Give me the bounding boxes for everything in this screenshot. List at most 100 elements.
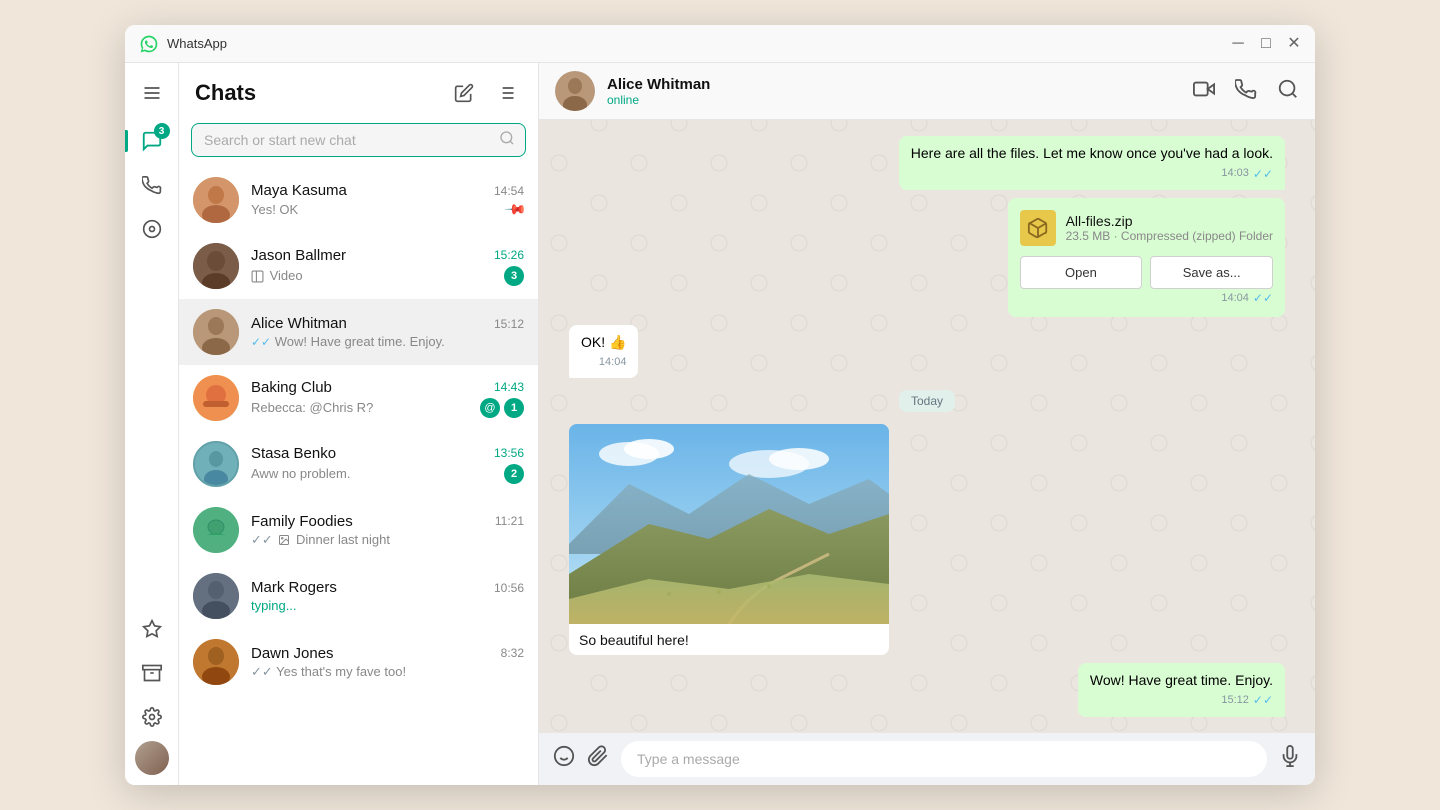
chat-name-row-stasa: Stasa Benko 13:56 [251, 445, 524, 462]
save-file-button[interactable]: Save as... [1150, 256, 1273, 289]
message-file: All-files.zip 23.5 MB · Compressed (zipp… [1008, 198, 1285, 317]
chat-item-alice[interactable]: Alice Whitman 15:12 ✓✓ Wow! Have great t… [179, 299, 538, 365]
chat-preview-row-dawn: ✓✓ Yes that's my fave too! [251, 664, 524, 680]
sidebar-icon-menu[interactable] [132, 73, 172, 113]
messages-area: Here are all the files. Let me know once… [539, 120, 1315, 733]
chat-info-family: Family Foodies 11:21 ✓✓ Dinner last nigh… [251, 513, 524, 548]
title-bar-controls: ─ □ ✕ [1231, 37, 1301, 51]
unread-badge-jason: 3 [504, 266, 524, 286]
chat-item-family[interactable]: Family Foodies 11:21 ✓✓ Dinner last nigh… [179, 497, 538, 563]
chat-item-jason[interactable]: Jason Ballmer 15:26 Video 3 [179, 233, 538, 299]
chat-preview-row-stasa: Aww no problem. 2 [251, 464, 524, 484]
search-wrapper [191, 123, 526, 157]
search-input[interactable] [192, 124, 489, 156]
chat-info-baking: Baking Club 14:43 Rebecca: @Chris R? @ 1 [251, 379, 524, 418]
chat-time-mark: 10:56 [494, 581, 524, 595]
voice-call-button[interactable] [1235, 78, 1257, 105]
sidebar-icon-calls[interactable] [132, 165, 172, 205]
avatar-jason [193, 243, 239, 289]
app-window: WhatsApp ─ □ ✕ 3 [125, 25, 1315, 785]
chats-badge: 3 [154, 123, 170, 139]
chat-preview-row-maya: Yes! OK 📌 [251, 201, 524, 218]
sidebar-icon-settings[interactable] [132, 697, 172, 737]
file-bubble-header: All-files.zip 23.5 MB · Compressed (zipp… [1020, 210, 1273, 246]
chat-input-area [539, 733, 1315, 785]
emoji-button[interactable] [553, 745, 575, 773]
chat-preview-row-alice: ✓✓ Wow! Have great time. Enjoy. [251, 334, 524, 349]
avatar-alice [193, 309, 239, 355]
avatar-stasa [193, 441, 239, 487]
open-file-button[interactable]: Open [1020, 256, 1143, 289]
app-title: WhatsApp [167, 36, 227, 51]
chat-header-avatar[interactable] [555, 71, 595, 111]
message-5: Wow! Have great time. Enjoy. 15:12 ✓✓ [1078, 663, 1285, 717]
chat-item-mark[interactable]: Mark Rogers 10:56 typing... [179, 563, 538, 629]
chat-preview-maya: Yes! OK [251, 202, 507, 217]
chat-preview-family: ✓✓ Dinner last night [251, 532, 524, 548]
chat-time-baking: 14:43 [494, 380, 524, 394]
attach-button[interactable] [587, 745, 609, 773]
sidebar-icon-chats[interactable]: 3 [132, 121, 172, 161]
message-image: So beautiful here! ❤️ 15:06 [569, 424, 889, 654]
chat-item-stasa[interactable]: Stasa Benko 13:56 Aww no problem. 2 [179, 431, 538, 497]
file-meta: 23.5 MB · Compressed (zipped) Folder [1066, 229, 1273, 243]
minimize-button[interactable]: ─ [1231, 37, 1245, 51]
mic-button[interactable] [1279, 745, 1301, 773]
chat-name-row-baking: Baking Club 14:43 [251, 379, 524, 396]
chat-name-row-dawn: Dawn Jones 8:32 [251, 645, 524, 662]
chat-name-maya: Maya Kasuma [251, 182, 347, 199]
user-avatar-sidebar[interactable] [135, 741, 169, 775]
chat-name-dawn: Dawn Jones [251, 645, 334, 662]
chat-list-title: Chats [195, 80, 256, 106]
chat-item-dawn[interactable]: Dawn Jones 8:32 ✓✓ Yes that's my fave to… [179, 629, 538, 695]
msg-ticks-file: ✓✓ [1253, 291, 1273, 305]
chat-search-button[interactable] [1277, 78, 1299, 105]
search-icon[interactable] [489, 130, 525, 151]
chat-info-alice: Alice Whitman 15:12 ✓✓ Wow! Have great t… [251, 315, 524, 349]
chat-name-row-family: Family Foodies 11:21 [251, 513, 524, 530]
chat-list-panel: Chats [179, 63, 539, 785]
file-info: All-files.zip 23.5 MB · Compressed (zipp… [1066, 213, 1273, 243]
maximize-button[interactable]: □ [1259, 37, 1273, 51]
sidebar-icon-starred[interactable] [132, 609, 172, 649]
msg-text-3: OK! 👍 [581, 334, 626, 350]
chat-info-stasa: Stasa Benko 13:56 Aww no problem. 2 [251, 445, 524, 484]
msg-ticks-1: ✓✓ [1253, 166, 1273, 183]
video-call-button[interactable] [1193, 78, 1215, 105]
msg-meta-file: 14:04 ✓✓ [1020, 291, 1273, 305]
chat-name-alice: Alice Whitman [251, 315, 347, 332]
chat-info-dawn: Dawn Jones 8:32 ✓✓ Yes that's my fave to… [251, 645, 524, 680]
main-content: 3 [125, 63, 1315, 785]
chat-header: Alice Whitman online [539, 63, 1315, 120]
chat-preview-row-mark: typing... [251, 598, 524, 613]
msg-text-5: Wow! Have great time. Enjoy. [1090, 672, 1273, 688]
chat-info-maya: Maya Kasuma 14:54 Yes! OK 📌 [251, 182, 524, 218]
chat-list-header: Chats [179, 63, 538, 117]
chat-window: Alice Whitman online [539, 63, 1315, 785]
file-actions: Open Save as... [1020, 256, 1273, 289]
sidebar-icon-archive[interactable] [132, 653, 172, 693]
chat-item-baking[interactable]: Baking Club 14:43 Rebecca: @Chris R? @ 1 [179, 365, 538, 431]
mention-badge-baking: @ [480, 398, 500, 418]
sidebar-icon-status[interactable] [132, 209, 172, 249]
pin-icon-maya: 📌 [503, 197, 527, 221]
msg-meta-1: 14:03 ✓✓ [911, 166, 1273, 183]
message-input[interactable] [621, 741, 1267, 777]
chat-preview-row-jason: Video 3 [251, 266, 524, 286]
chat-header-status: online [607, 93, 1181, 107]
chat-name-row-jason: Jason Ballmer 15:26 [251, 247, 524, 264]
chat-header-actions [1193, 78, 1299, 105]
chat-item-maya[interactable]: Maya Kasuma 14:54 Yes! OK 📌 [179, 167, 538, 233]
unread-badge-baking: 1 [504, 398, 524, 418]
new-chat-button[interactable] [448, 77, 480, 109]
chat-search [179, 117, 538, 167]
date-divider: Today [899, 390, 955, 412]
filter-button[interactable] [490, 77, 522, 109]
msg-ticks-5: ✓✓ [1253, 692, 1273, 709]
chat-preview-jason: Video [251, 268, 504, 283]
whatsapp-logo [139, 34, 159, 54]
close-button[interactable]: ✕ [1287, 37, 1301, 51]
chat-time-maya: 14:54 [494, 184, 524, 198]
chat-header-name: Alice Whitman [607, 76, 1181, 93]
chat-preview-stasa: Aww no problem. [251, 466, 504, 481]
